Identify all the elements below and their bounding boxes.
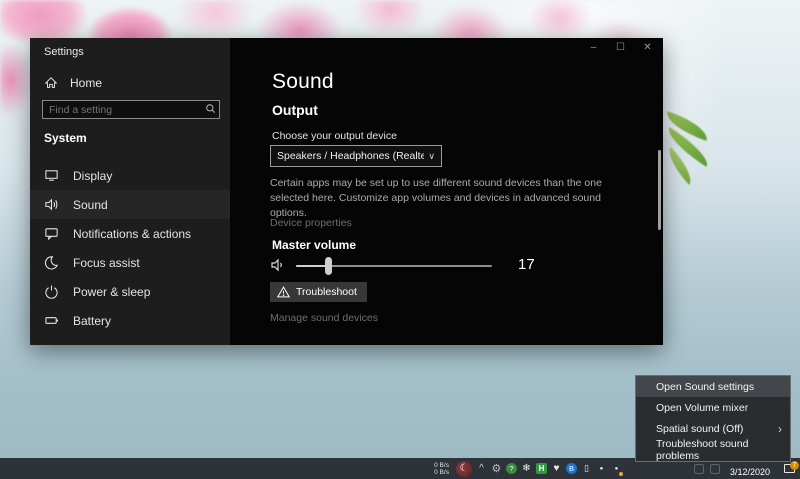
orange-badge-dot — [619, 472, 623, 476]
net-up-label: 0 B/s — [434, 462, 449, 469]
sidebar-item-sound[interactable]: Sound — [30, 190, 230, 219]
output-device-label: Choose your output device — [272, 130, 397, 142]
search-icon[interactable] — [201, 101, 219, 119]
master-volume-slider: 17 — [270, 254, 650, 278]
bluetooth-tray-icon[interactable]: B — [564, 458, 579, 479]
mic-icon: ● — [615, 466, 619, 472]
search-input[interactable] — [43, 104, 201, 116]
chevron-right-icon: › — [778, 422, 782, 436]
sidebar-item-focus-assist[interactable]: Focus assist — [30, 248, 230, 277]
troubleshoot-button[interactable]: Troubleshoot — [270, 282, 367, 302]
sidebar-item-notifications[interactable]: Notifications & actions — [30, 219, 230, 248]
volume-context-menu: Open Sound settings Open Volume mixer Sp… — [635, 375, 791, 462]
device-properties-link[interactable]: Device properties — [270, 217, 352, 229]
sidebar-section-title: System — [44, 131, 87, 145]
sidebar-home-label: Home — [70, 76, 102, 90]
menu-item-open-sound-settings[interactable]: Open Sound settings — [636, 376, 790, 397]
battery-icon — [44, 313, 59, 328]
output-section-title: Output — [272, 102, 318, 118]
taskbar-clock-date[interactable]: 3/12/2020 — [730, 461, 770, 477]
gear-tray-icon[interactable]: ⚙ — [489, 458, 504, 479]
output-description: Certain apps may be set up to use differ… — [270, 176, 624, 221]
menu-item-troubleshoot-sound-problems[interactable]: Troubleshoot sound problems — [636, 439, 790, 460]
speaker-icon[interactable] — [270, 257, 286, 278]
page-title: Sound — [272, 70, 334, 94]
master-volume-label: Master volume — [272, 238, 356, 252]
search-box[interactable] — [42, 100, 220, 119]
sidebar-item-label: Notifications & actions — [73, 227, 191, 241]
mic-tray-icon[interactable]: ● — [609, 458, 624, 479]
manage-sound-devices-link[interactable]: Manage sound devices — [270, 312, 378, 324]
hidden-tray-icon[interactable] — [694, 464, 704, 474]
sidebar-item-battery[interactable]: Battery — [30, 306, 230, 335]
notifications-icon — [44, 226, 59, 241]
battery-tray-icon[interactable]: ▯ — [579, 458, 594, 479]
sound-icon — [44, 197, 59, 212]
h-app-tray-icon[interactable]: H — [534, 458, 549, 479]
chevron-down-icon: ∨ — [428, 151, 435, 162]
moon-app-tray-icon[interactable]: ☾ — [454, 458, 474, 479]
warning-icon — [277, 286, 290, 298]
sidebar-item-label: Display — [73, 169, 112, 183]
settings-main-pane: – ☐ ✕ Sound Output Choose your output de… — [230, 38, 663, 345]
settings-sidebar: Settings Home System Display Sound Not — [30, 38, 230, 345]
sidebar-item-home[interactable]: Home — [38, 71, 222, 95]
troubleshoot-label: Troubleshoot — [296, 286, 357, 298]
snowflake-tray-icon[interactable]: ❄ — [519, 458, 534, 479]
hidden-tray-icon[interactable] — [710, 464, 720, 474]
question-icon: ? — [506, 463, 517, 474]
home-icon — [44, 76, 58, 90]
h-app-icon: H — [536, 463, 547, 474]
display-icon — [44, 168, 59, 183]
sidebar-item-label: Sound — [73, 198, 108, 212]
network-speed-indicator[interactable]: 0 B/s 0 B/s — [434, 462, 449, 476]
window-caption-buttons: – ☐ ✕ — [580, 38, 661, 57]
settings-window: Settings Home System Display Sound Not — [30, 38, 663, 345]
slider-thumb[interactable] — [325, 257, 332, 275]
question-tray-icon[interactable]: ? — [504, 458, 519, 479]
focus-assist-icon — [44, 255, 59, 270]
sidebar-nav: Display Sound Notifications & actions Fo… — [30, 161, 230, 335]
window-title: Settings — [44, 46, 84, 58]
moon-icon: ☾ — [456, 461, 472, 477]
close-button[interactable]: ✕ — [634, 38, 661, 57]
scrollbar[interactable] — [658, 150, 661, 230]
output-device-value: Speakers / Headphones (Realtek Au... — [277, 150, 424, 162]
sidebar-item-label: Battery — [73, 314, 111, 328]
master-volume-value: 17 — [518, 256, 535, 273]
droplet-tray-icon[interactable]: ● — [594, 458, 609, 479]
net-down-label: 0 B/s — [434, 469, 449, 476]
sidebar-item-power-sleep[interactable]: Power & sleep — [30, 277, 230, 306]
maximize-button[interactable]: ☐ — [607, 38, 634, 57]
minimize-button[interactable]: – — [580, 38, 607, 57]
menu-item-open-volume-mixer[interactable]: Open Volume mixer — [636, 397, 790, 418]
bluetooth-icon: B — [566, 463, 577, 474]
menu-item-label: Spatial sound (Off) — [656, 423, 743, 435]
sidebar-item-label: Power & sleep — [73, 285, 150, 299]
sidebar-item-label: Focus assist — [73, 256, 140, 270]
notification-badge: 7 — [790, 461, 799, 470]
heart-tray-icon[interactable]: ♥ — [549, 458, 564, 479]
output-device-dropdown[interactable]: Speakers / Headphones (Realtek Au... ∨ — [270, 145, 442, 167]
tray-overflow-chevron-icon[interactable]: ^ — [474, 458, 489, 479]
power-icon — [44, 284, 59, 299]
menu-item-spatial-sound[interactable]: Spatial sound (Off) › — [636, 418, 790, 439]
sidebar-item-display[interactable]: Display — [30, 161, 230, 190]
